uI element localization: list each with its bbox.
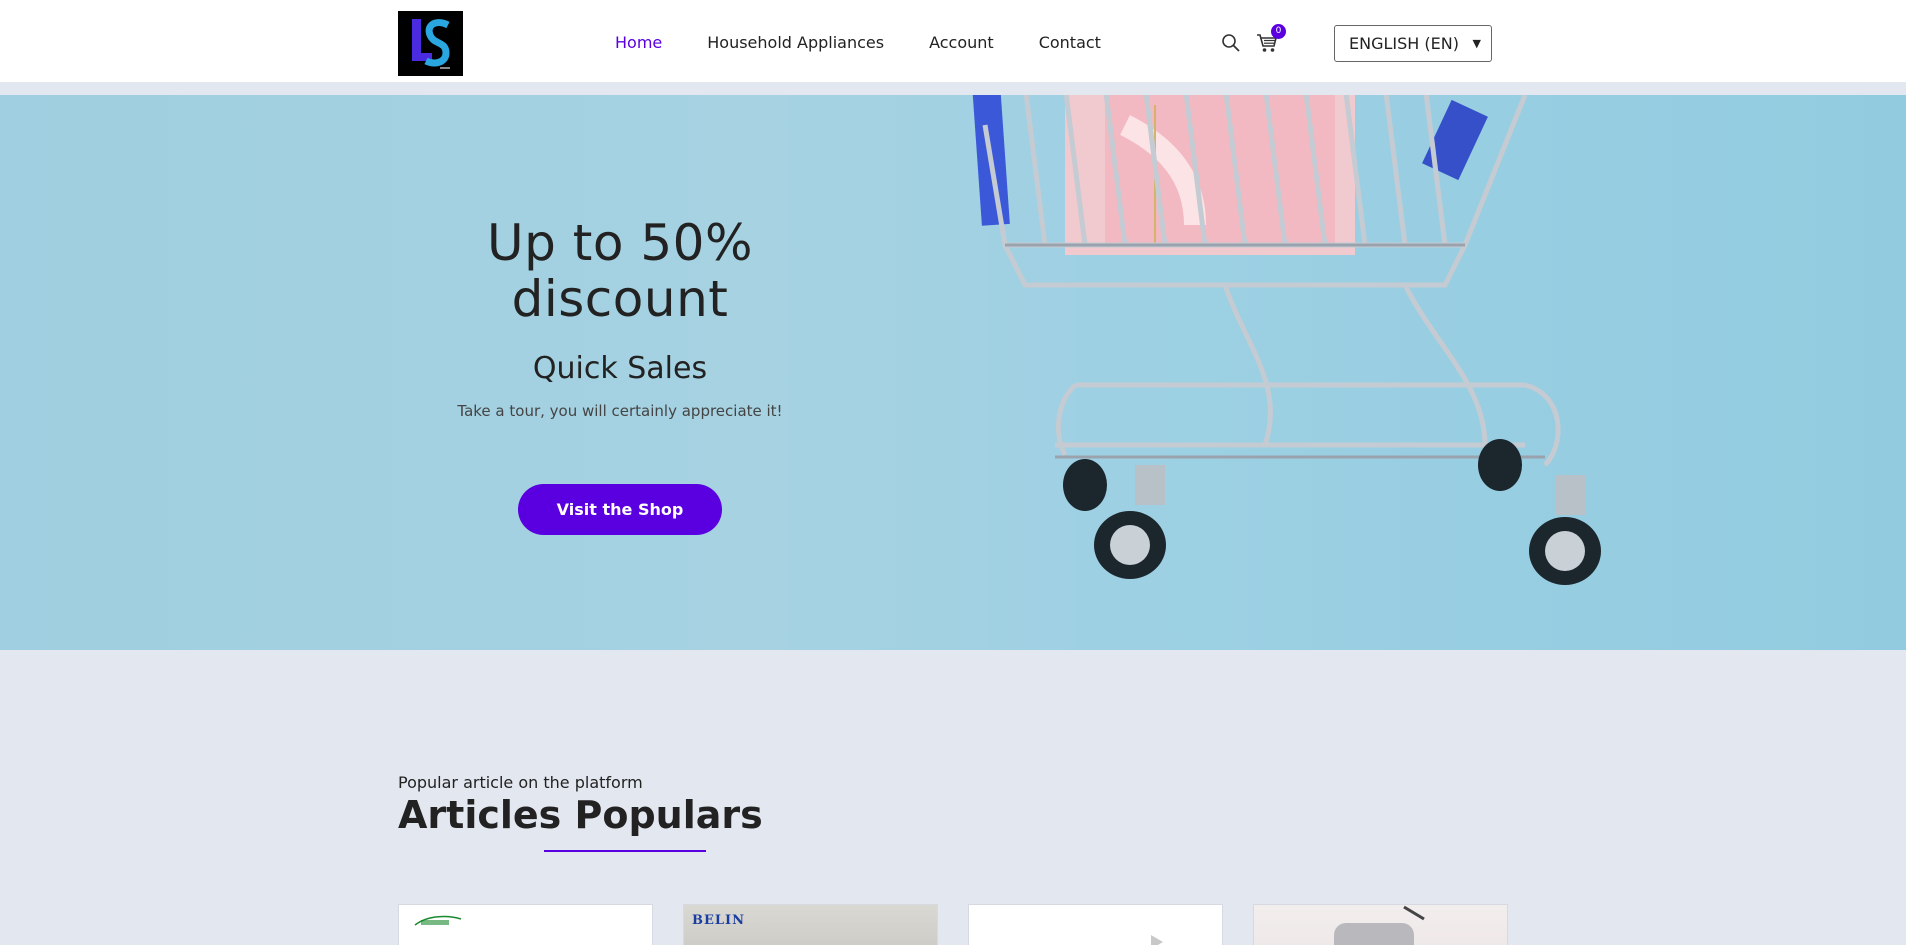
hero-banner: Up to 50% discount Quick Sales Take a to… — [0, 95, 1906, 650]
nav-item-home[interactable]: Home — [615, 30, 662, 56]
article-card[interactable] — [968, 904, 1223, 945]
section-title-underline — [544, 850, 706, 852]
product-brand-text: BELIN — [692, 913, 746, 928]
product-image — [414, 915, 462, 926]
article-cards: BELIN — [398, 904, 1508, 945]
visit-shop-button[interactable]: Visit the Shop — [518, 484, 722, 535]
section-kicker: Popular article on the platform — [398, 773, 643, 792]
blender-icon — [1334, 905, 1425, 945]
hero-description: Take a tour, you will certainly apprecia… — [457, 402, 783, 420]
nav-item-household-appliances[interactable]: Household Appliances — [707, 30, 884, 56]
product-image: BELIN — [684, 905, 937, 945]
shopping-cart-image — [972, 95, 1601, 585]
section-title: Articles Populars — [398, 793, 763, 837]
cart-count-badge: 0 — [1271, 24, 1286, 39]
chevron-down-icon: ▼ — [1472, 37, 1481, 50]
product-image — [1151, 935, 1163, 945]
language-select-value: ENGLISH (EN) — [1349, 34, 1459, 53]
article-card[interactable] — [1253, 904, 1508, 945]
search-icon[interactable] — [1221, 33, 1241, 53]
site-header: Home Household Appliances Account Contac… — [0, 0, 1906, 88]
product-image — [1254, 905, 1507, 945]
hero-subtitle: Quick Sales — [532, 351, 708, 386]
nav-item-account[interactable]: Account — [929, 30, 994, 56]
language-select[interactable]: ENGLISH (EN) ▼ — [1334, 25, 1492, 62]
hero-text-block: Up to 50% discount Quick Sales Take a to… — [400, 214, 840, 535]
main-nav: Home Household Appliances Account Contac… — [615, 30, 1146, 56]
nav-item-contact[interactable]: Contact — [1039, 30, 1101, 56]
article-card[interactable] — [398, 904, 653, 945]
article-card[interactable]: BELIN — [683, 904, 938, 945]
brand-logo[interactable] — [398, 11, 463, 76]
logo-mark-icon — [411, 18, 450, 69]
hero-title: Up to 50% discount — [487, 214, 753, 328]
